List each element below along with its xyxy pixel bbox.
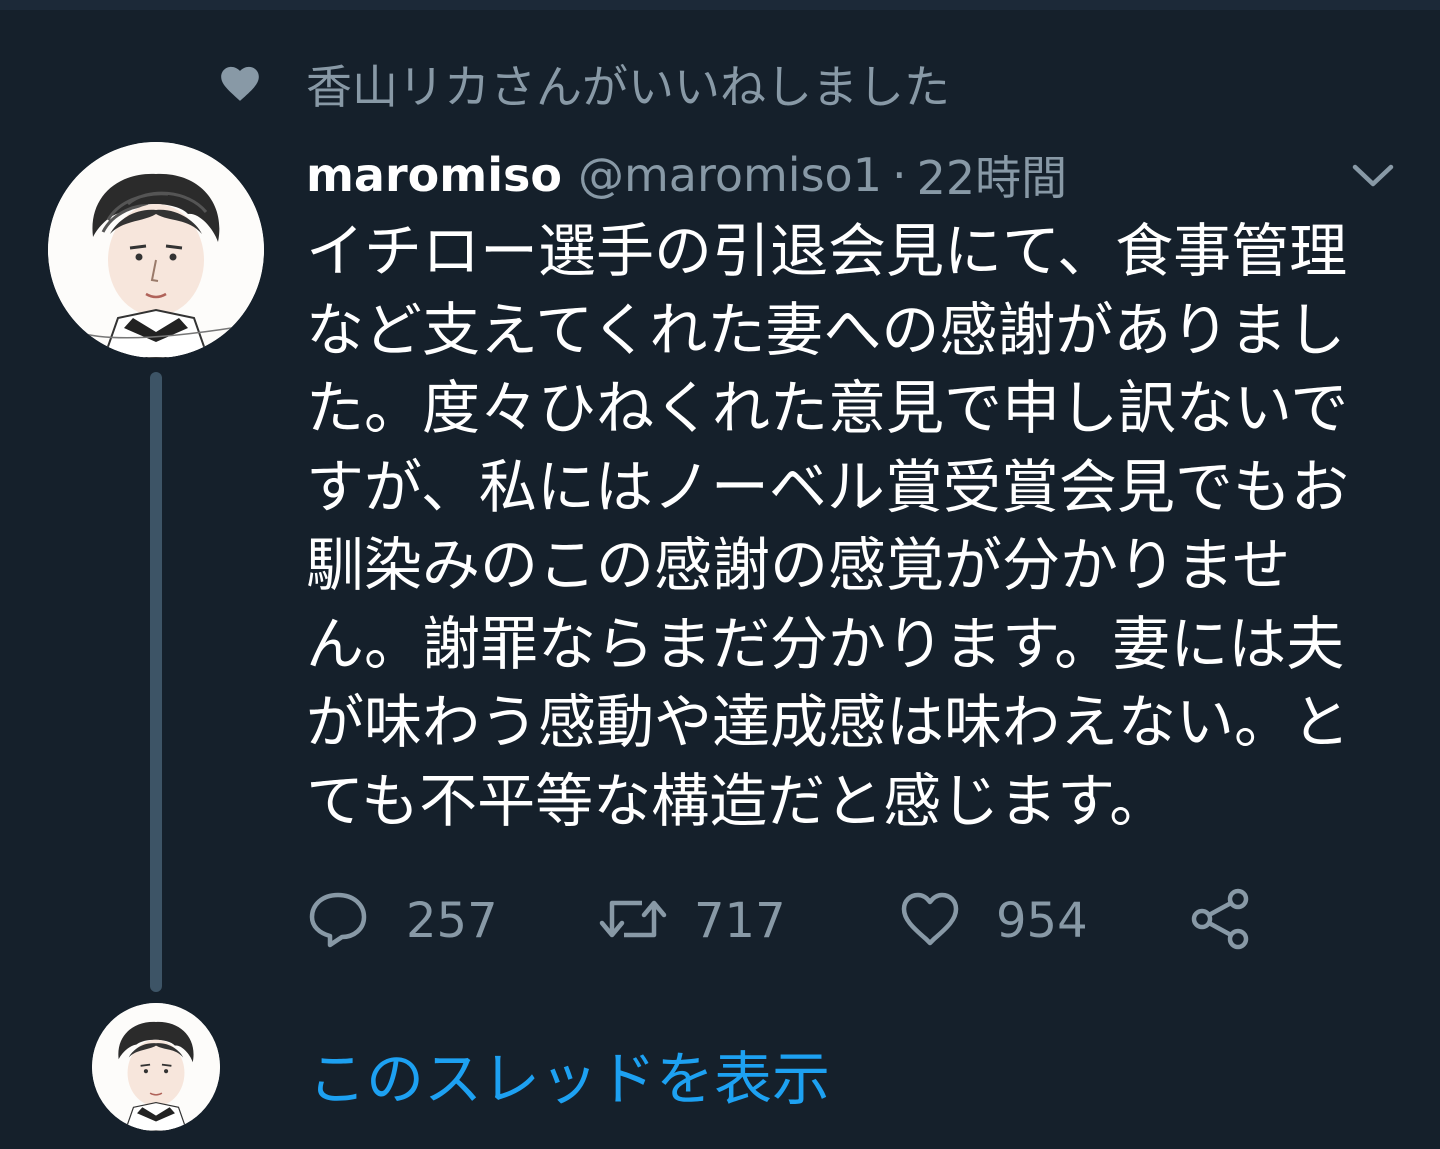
tweet-screen: 香山リカさんがいいねしました maromiso @maromiso1 · 22時… <box>0 0 1440 1149</box>
like-count: 954 <box>996 893 1088 949</box>
social-context-text: 香山リカさんがいいねしました <box>306 60 950 114</box>
share-button[interactable] <box>1188 888 1254 954</box>
heart-outline-icon <box>898 889 962 953</box>
thread-avatar[interactable] <box>92 1003 220 1131</box>
social-context[interactable]: 香山リカさんがいいねしました <box>214 52 950 116</box>
show-thread-link[interactable]: このスレッドを表示 <box>308 1032 830 1116</box>
retweet-icon <box>596 889 670 953</box>
reply-icon <box>306 889 370 953</box>
user-handle[interactable]: @maromiso1 <box>578 148 882 202</box>
tweet-header: maromiso @maromiso1 · 22時間 <box>306 140 1067 210</box>
retweet-button[interactable]: 717 <box>596 888 786 954</box>
heart-icon <box>214 58 266 110</box>
like-button[interactable]: 954 <box>898 888 1088 954</box>
reply-button[interactable]: 257 <box>306 888 498 954</box>
chevron-down-icon[interactable] <box>1346 152 1400 200</box>
tweet-text: イチロー選手の引退会見にて、食事管理 など支えてくれた妻への感謝がありまし た。… <box>306 217 1351 835</box>
avatar[interactable] <box>48 142 264 358</box>
retweet-count: 717 <box>694 893 786 949</box>
thread-line <box>150 372 162 992</box>
display-name[interactable]: maromiso <box>306 148 562 202</box>
action-bar: 257 717 954 <box>306 888 1306 954</box>
reply-count: 257 <box>406 893 498 949</box>
share-icon <box>1188 887 1254 955</box>
timestamp[interactable]: 22時間 <box>917 142 1068 208</box>
top-divider <box>0 0 1440 10</box>
separator-dot: · <box>891 148 907 202</box>
